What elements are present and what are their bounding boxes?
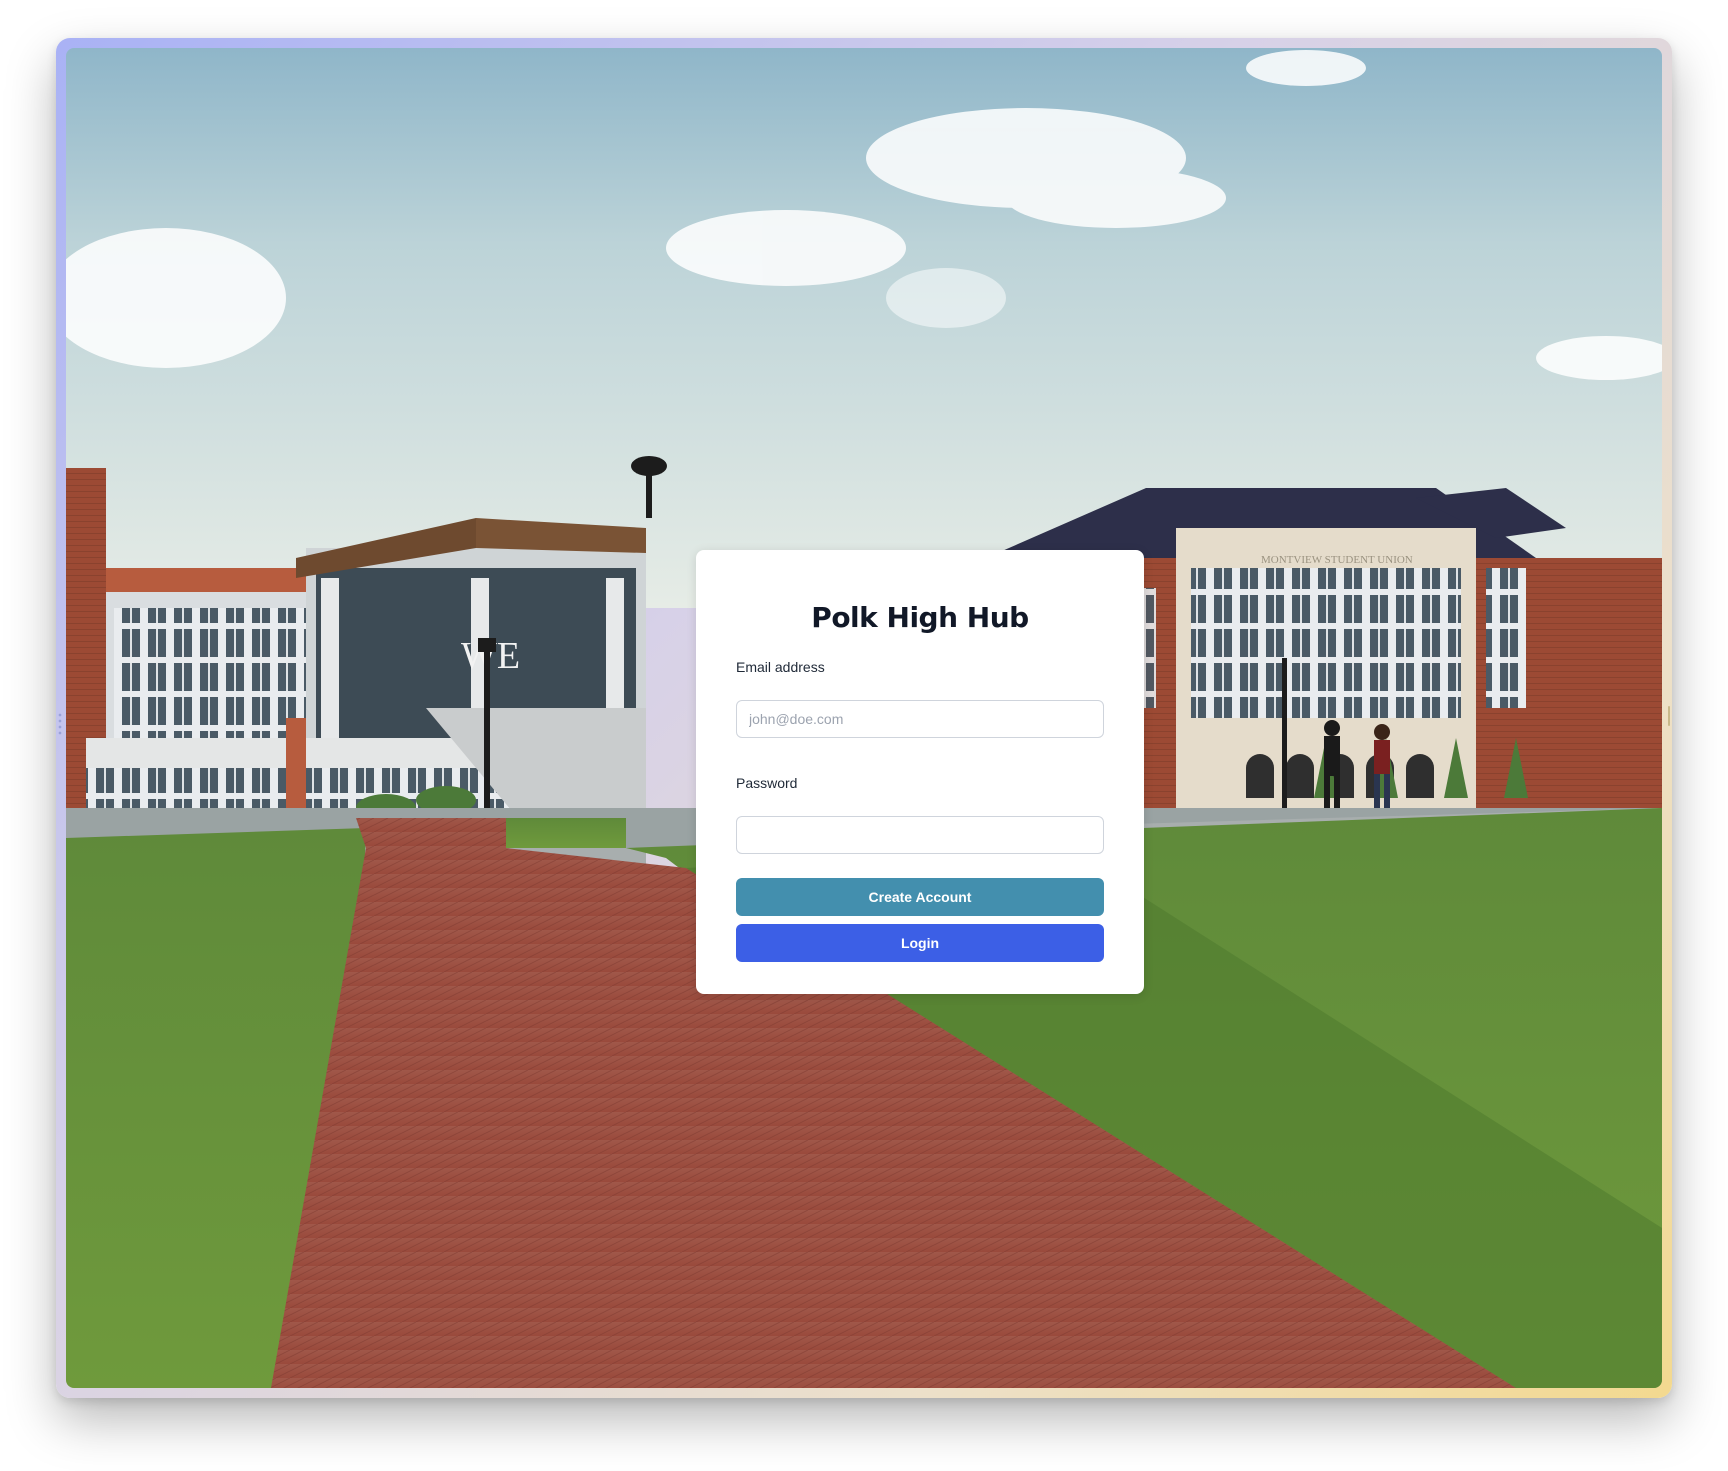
email-label: Email address xyxy=(736,659,825,675)
password-input[interactable] xyxy=(736,816,1104,854)
page-title: Polk High Hub xyxy=(811,601,1029,634)
login-button[interactable]: Login xyxy=(736,924,1104,962)
password-label: Password xyxy=(736,775,798,791)
building-sign-text-right: MONTVIEW STUDENT UNION xyxy=(1261,554,1413,566)
app-window: WE MONTVIEW STUDENT UNION Polk High Hub … xyxy=(56,38,1672,1398)
login-card: Polk High Hub Email address Password Cre… xyxy=(696,550,1144,994)
scroll-indicator xyxy=(1668,706,1670,726)
email-input[interactable] xyxy=(736,700,1104,738)
create-account-button[interactable]: Create Account xyxy=(736,878,1104,916)
resize-handle-icon[interactable] xyxy=(58,712,62,736)
